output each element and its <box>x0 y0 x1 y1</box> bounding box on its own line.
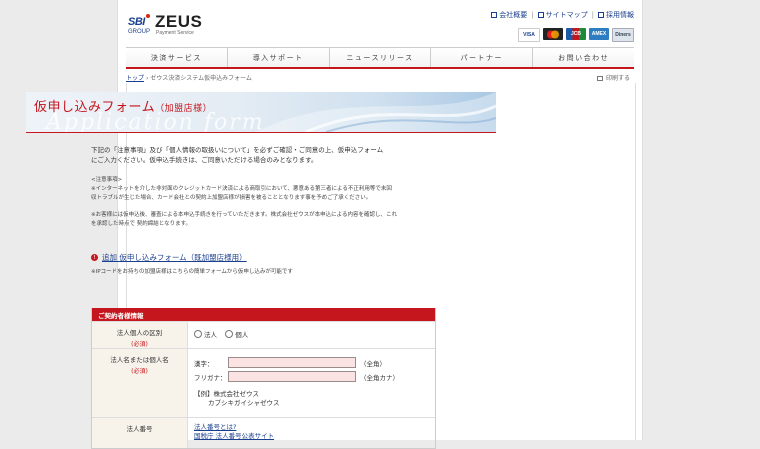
kanji-hint: （全角） <box>360 359 386 368</box>
form-label: 法人番号 <box>92 418 188 448</box>
page-title: 仮申し込みフォーム（加盟店様） <box>34 100 213 115</box>
visa-icon: VISA <box>518 28 540 42</box>
nav-partner[interactable]: パートナー <box>431 48 534 67</box>
breadcrumb: トップ › ゼウス決済システム仮申込みフォーム <box>126 73 252 82</box>
breadcrumb-home[interactable]: トップ <box>126 75 144 82</box>
link-icon <box>491 12 498 18</box>
sbi-group-label: GROUP <box>128 29 151 35</box>
amex-icon: AMEX <box>589 28 609 40</box>
name-kanji-input[interactable] <box>228 357 356 368</box>
recruit-link[interactable]: 採用情報 <box>598 10 634 20</box>
application-form: ご契約者様情報 法人個人の区別 (必須) 法人 個人 法人名または個人名 (必須) … <box>91 308 436 449</box>
jcb-icon: JCB <box>566 28 586 40</box>
nav-support[interactable]: 導入サポート <box>228 48 330 67</box>
logo-tagline: Payment Service <box>156 30 194 36</box>
nav-divider <box>126 67 634 69</box>
existing-merchant-form-link[interactable]: ! 追加 仮申し込みフォーム（既加盟店様用） <box>91 252 247 263</box>
form-row-name: 法人名または個人名 (必須) 漢字： （全角） フリガナ： （全角カナ） 【例】株… <box>92 348 435 417</box>
zeus-logo[interactable]: ZEUS <box>155 12 202 32</box>
sitemap-link[interactable]: サイトマップ <box>537 10 588 20</box>
form-label: 法人名または個人名 (必須) <box>92 349 188 417</box>
name-example: 【例】株式会社ゼウス カブシキガイシャゼウス <box>194 390 280 407</box>
link-icon <box>537 12 544 18</box>
name-kana-input[interactable] <box>228 371 356 382</box>
radio-corporation[interactable]: 法人 <box>194 330 217 339</box>
form-section-title: ご契約者様情報 <box>92 308 435 321</box>
nav-contact[interactable]: お問い合わせ <box>533 48 634 67</box>
radio-individual[interactable]: 個人 <box>225 330 248 339</box>
form-label: 法人個人の区別 (必須) <box>92 322 188 348</box>
company-link[interactable]: 会社概要 <box>491 10 527 20</box>
form-row-corporate-number: 法人番号 法人番号とは? 国税庁 法人番号公表サイト <box>92 417 435 448</box>
mastercard-icon <box>543 28 563 40</box>
sbi-logo[interactable]: SBI <box>128 14 150 28</box>
top-links: 会社概要 | サイトマップ | 採用情報 <box>491 10 634 20</box>
intro-text: 下記の「注意事項」及び「個人情報の取扱いについて」を必ずご確認・ご同意の上、仮申… <box>91 146 384 164</box>
kana-label: フリガナ： <box>194 373 227 382</box>
page-banner: Application form 仮申し込みフォーム（加盟店様） <box>26 92 496 133</box>
nav-news[interactable]: ニュースリリース <box>330 48 432 67</box>
global-nav: 決済サービス 導入サポート ニュースリリース パートナー お問い合わせ <box>126 47 634 68</box>
ip-code-note: ※IPコードをお持ちの加盟店様はこちらの簡単フォームから仮申し込みが可能です <box>91 269 293 275</box>
print-button[interactable]: 印刷する <box>596 73 630 82</box>
form-row-entity-type: 法人個人の区別 (必須) 法人 個人 <box>92 321 435 348</box>
card-brands: VISA JCB AMEX Diners <box>518 28 634 42</box>
kanji-label: 漢字： <box>194 359 214 368</box>
alert-icon: ! <box>91 254 98 261</box>
printer-icon <box>596 76 603 81</box>
breadcrumb-separator: › <box>145 75 149 82</box>
breadcrumb-current: ゼウス決済システム仮申込みフォーム <box>150 75 252 82</box>
nav-payment-services[interactable]: 決済サービス <box>126 48 228 67</box>
diners-icon: Diners <box>612 28 634 42</box>
corporate-number-help-link[interactable]: 法人番号とは? <box>194 423 429 432</box>
link-icon <box>598 12 604 18</box>
caution-text: <注意事項> ※インターネットを介した非対面のクレジットカード決済による商取引に… <box>91 177 397 227</box>
kana-hint: （全角カナ） <box>360 373 399 382</box>
